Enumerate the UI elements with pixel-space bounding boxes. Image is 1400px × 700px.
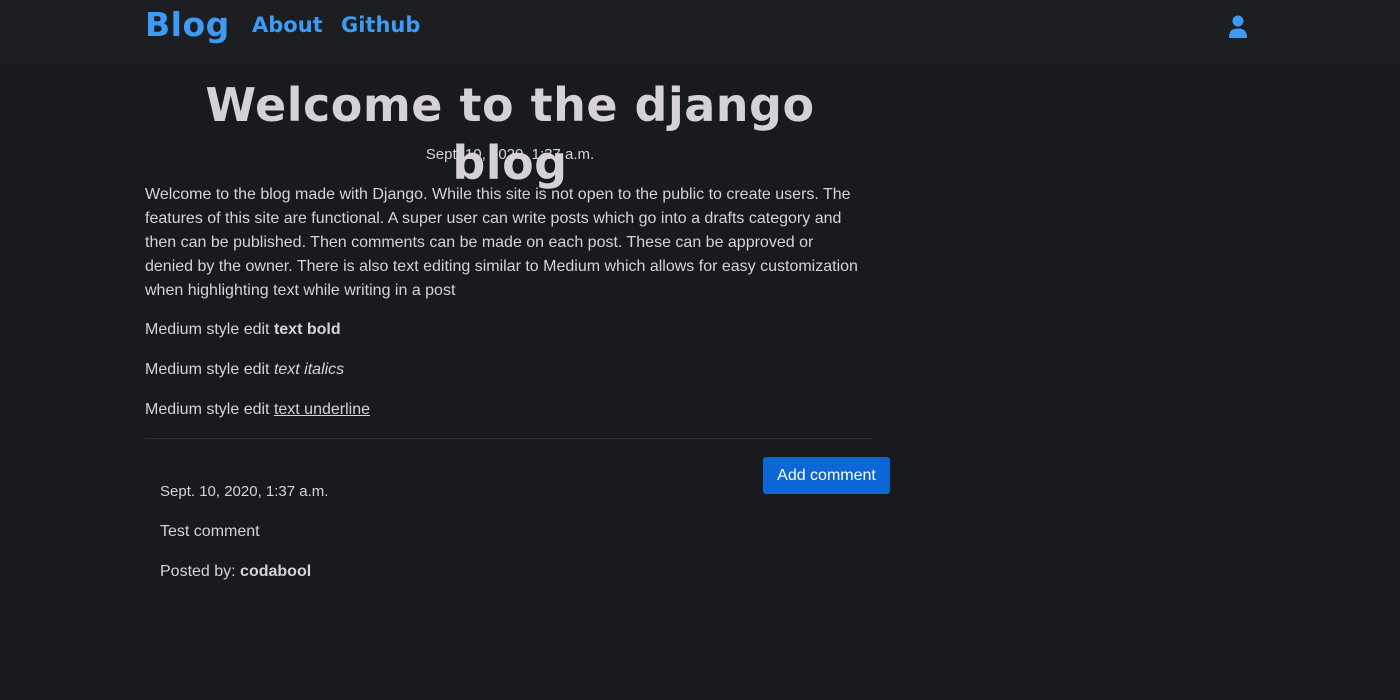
user-icon[interactable]	[1228, 15, 1248, 39]
brand-link[interactable]: Blog	[145, 5, 230, 44]
italic-text: text italics	[273, 361, 345, 378]
post-body: Welcome to the blog made with Django. Wh…	[145, 186, 858, 299]
divider	[145, 438, 873, 439]
edit-prefix: Medium style edit	[145, 361, 274, 378]
comment-text: Test comment	[160, 523, 260, 540]
edit-prefix: Medium style edit	[145, 401, 274, 418]
edit-example-underline: Medium style edit text underline	[145, 401, 370, 419]
edit-prefix: Medium style edit	[145, 321, 274, 338]
posted-by-label: Posted by:	[160, 563, 241, 580]
post-title: Welcome to the django blog	[205, 78, 815, 190]
edit-example-italic: Medium style edit text italics	[145, 361, 344, 379]
underline-text: text underline	[273, 401, 370, 418]
navbar: Blog About Github	[0, 0, 1400, 64]
nav-link-github[interactable]: Github	[341, 13, 420, 37]
post-date: Sept. 10, 2020, 1:37 a.m.	[425, 146, 595, 163]
nav-link-about[interactable]: About	[252, 13, 323, 37]
comment-date: Sept. 10, 2020, 1:37 a.m.	[160, 483, 329, 500]
edit-example-bold: Medium style edit text bold	[145, 321, 341, 339]
bold-text: text bold	[273, 321, 341, 338]
comment-author-line: Posted by: codabool	[160, 563, 311, 581]
add-comment-button[interactable]: Add comment	[763, 457, 890, 494]
comment-author: codabool	[240, 563, 312, 580]
